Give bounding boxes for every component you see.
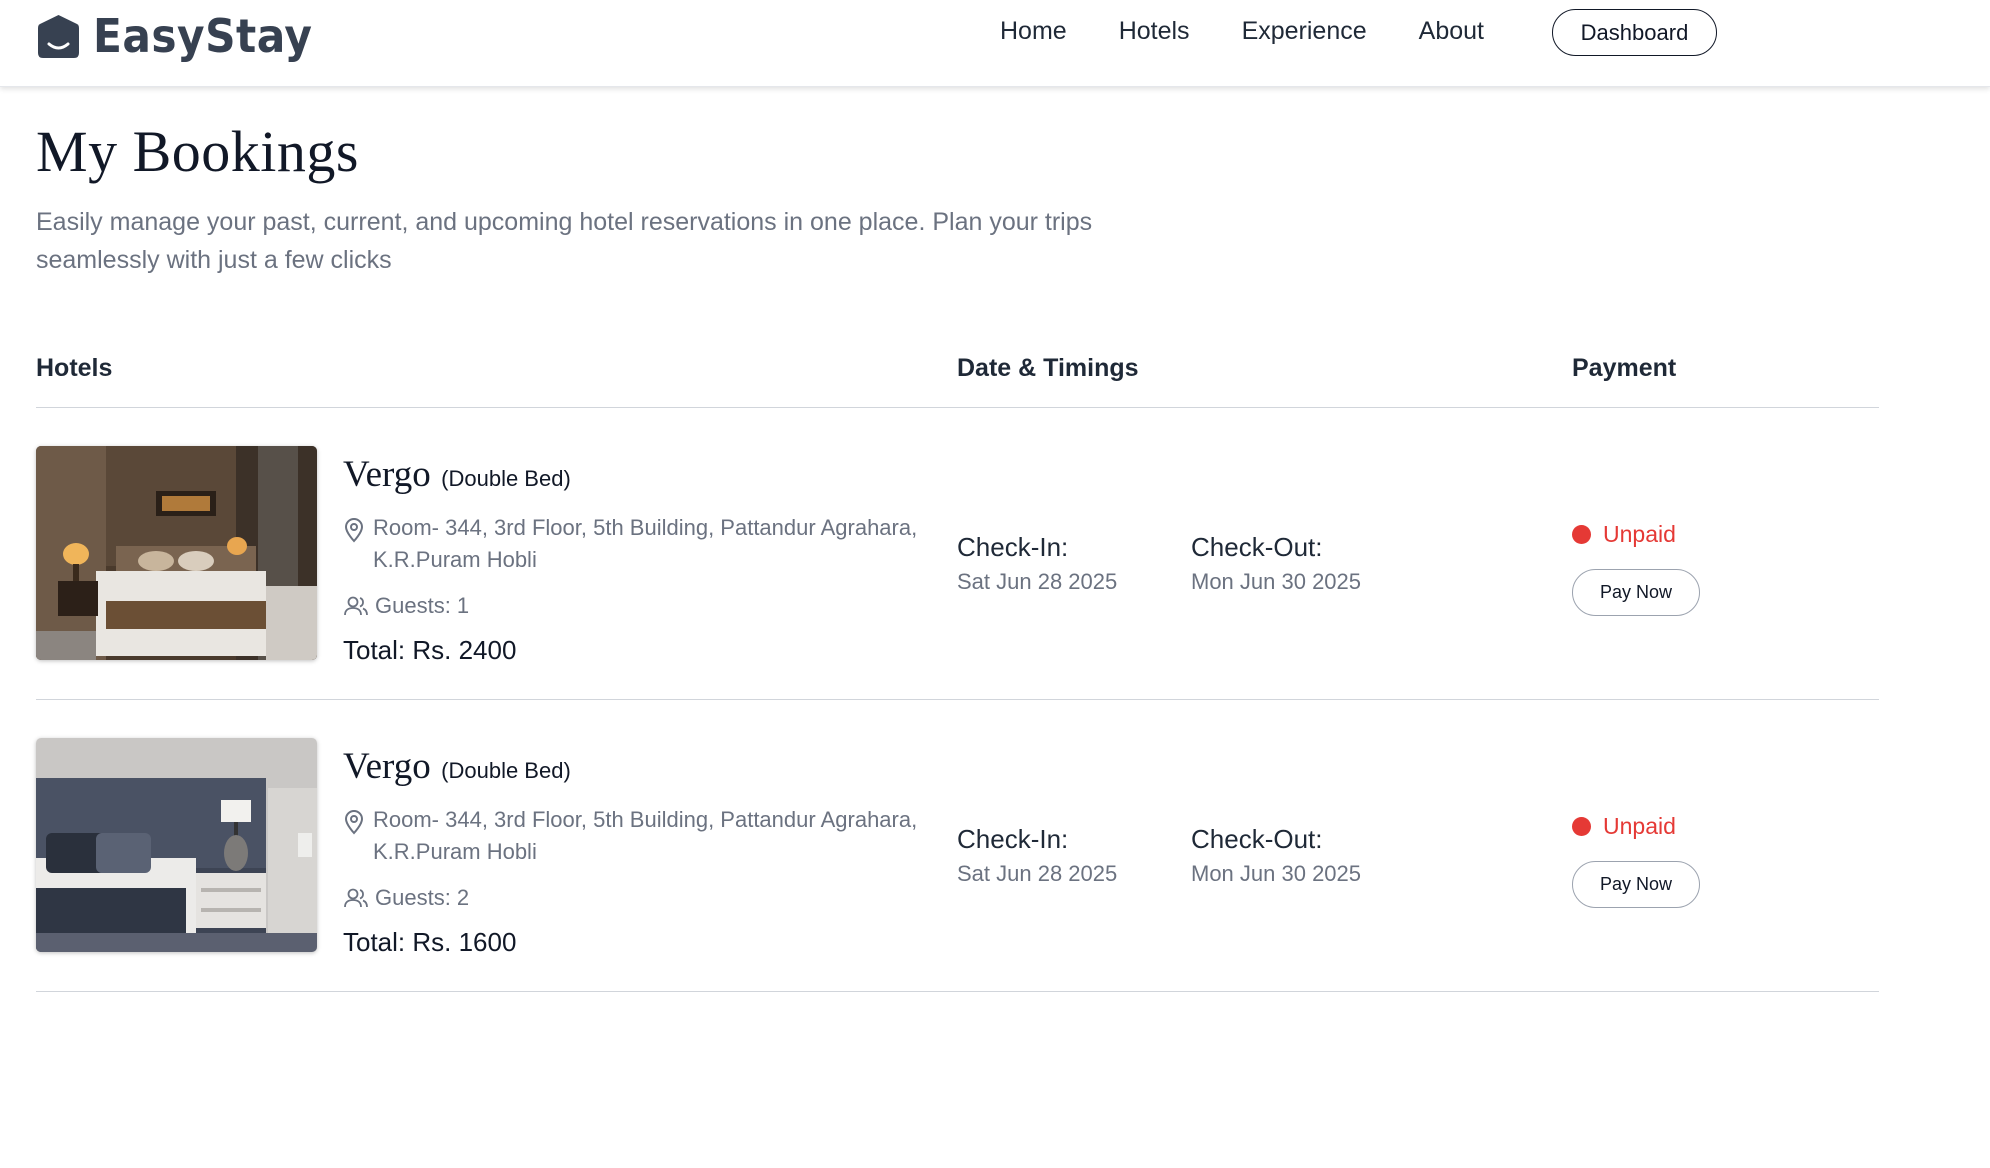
column-header-payment: Payment [1572, 354, 1677, 382]
status-text: Unpaid [1603, 521, 1676, 547]
check-out: Check-Out: Mon Jun 30 2025 [1191, 823, 1361, 887]
booking-total: Total: Rs. 1600 [343, 927, 517, 957]
hotel-name: Vergo [343, 454, 431, 495]
check-out: Check-Out: Mon Jun 30 2025 [1191, 531, 1361, 595]
column-header-hotels: Hotels [36, 354, 113, 382]
guest-count: Guests: 1 [343, 593, 469, 619]
booking-total: Total: Rs. 2400 [343, 635, 517, 665]
hotel-name: Vergo [343, 746, 431, 787]
pay-now-button[interactable]: Pay Now [1572, 861, 1700, 908]
booking-row: Vergo (Double Bed) Room- 344, 3rd Floor,… [36, 408, 1879, 700]
nav-link-about[interactable]: About [1419, 17, 1484, 46]
column-header-date-timings: Date & Timings [957, 354, 1139, 382]
address-text: Room- 344, 3rd Floor, 5th Building, Patt… [373, 515, 918, 572]
hotel-room-photo [36, 738, 317, 952]
page-subtitle: Easily manage your past, current, and up… [36, 208, 1093, 274]
check-out-date: Mon Jun 30 2025 [1191, 569, 1362, 594]
hotel-room-photo [36, 446, 317, 660]
navbar: EasyStay Home Hotels Experience About Da… [0, 0, 1990, 87]
pay-now-button[interactable]: Pay Now [1572, 569, 1700, 616]
check-out-label: Check-Out: [1191, 532, 1323, 562]
check-in-date: Sat Jun 28 2025 [957, 569, 1118, 594]
guest-count: Guests: 2 [343, 885, 469, 911]
check-in-label: Check-In: [957, 824, 1069, 854]
booking-row: Vergo (Double Bed) Room- 344, 3rd Floor,… [36, 700, 1879, 992]
hotel-title: Vergo (Double Bed) [343, 453, 571, 496]
map-pin-icon [344, 810, 364, 835]
map-pin-icon [344, 518, 364, 543]
hotel-address: Room- 344, 3rd Floor, 5th Building, Patt… [343, 804, 953, 868]
check-in-label: Check-In: [957, 532, 1069, 562]
brand-name: EasyStay [93, 9, 313, 63]
guests-text: Guests: 1 [375, 593, 470, 618]
status-dot-icon [1572, 817, 1591, 836]
check-in: Check-In: Sat Jun 28 2025 [957, 531, 1117, 595]
hotel-title: Vergo (Double Bed) [343, 745, 571, 788]
room-type: (Double Bed) [441, 466, 571, 491]
nav-links: Home Hotels Experience About [1000, 0, 1536, 62]
room-type: (Double Bed) [441, 758, 571, 783]
check-out-label: Check-Out: [1191, 824, 1323, 854]
check-in: Check-In: Sat Jun 28 2025 [957, 823, 1117, 887]
status-dot-icon [1572, 525, 1591, 544]
dashboard-button[interactable]: Dashboard [1552, 9, 1717, 56]
brand-logo[interactable]: EasyStay [36, 8, 332, 64]
page-title: My Bookings [36, 119, 359, 184]
check-out-date: Mon Jun 30 2025 [1191, 861, 1362, 886]
status-text: Unpaid [1603, 813, 1676, 839]
check-in-date: Sat Jun 28 2025 [957, 861, 1118, 886]
bookings-table: Hotels Date & Timings Payment Vergo (Dou… [36, 348, 1879, 992]
table-header: Hotels Date & Timings Payment [36, 348, 1879, 408]
address-text: Room- 344, 3rd Floor, 5th Building, Patt… [373, 807, 918, 864]
users-icon [344, 888, 368, 908]
guests-text: Guests: 2 [375, 885, 470, 910]
nav-link-hotels[interactable]: Hotels [1119, 17, 1190, 46]
nav-link-experience[interactable]: Experience [1242, 17, 1367, 46]
users-icon [344, 596, 368, 616]
hotel-address: Room- 344, 3rd Floor, 5th Building, Patt… [343, 512, 953, 576]
nav-link-home[interactable]: Home [1000, 17, 1067, 46]
payment-status: Unpaid [1572, 813, 1676, 840]
payment-status: Unpaid [1572, 521, 1676, 548]
hotel-logo-icon [38, 14, 79, 58]
